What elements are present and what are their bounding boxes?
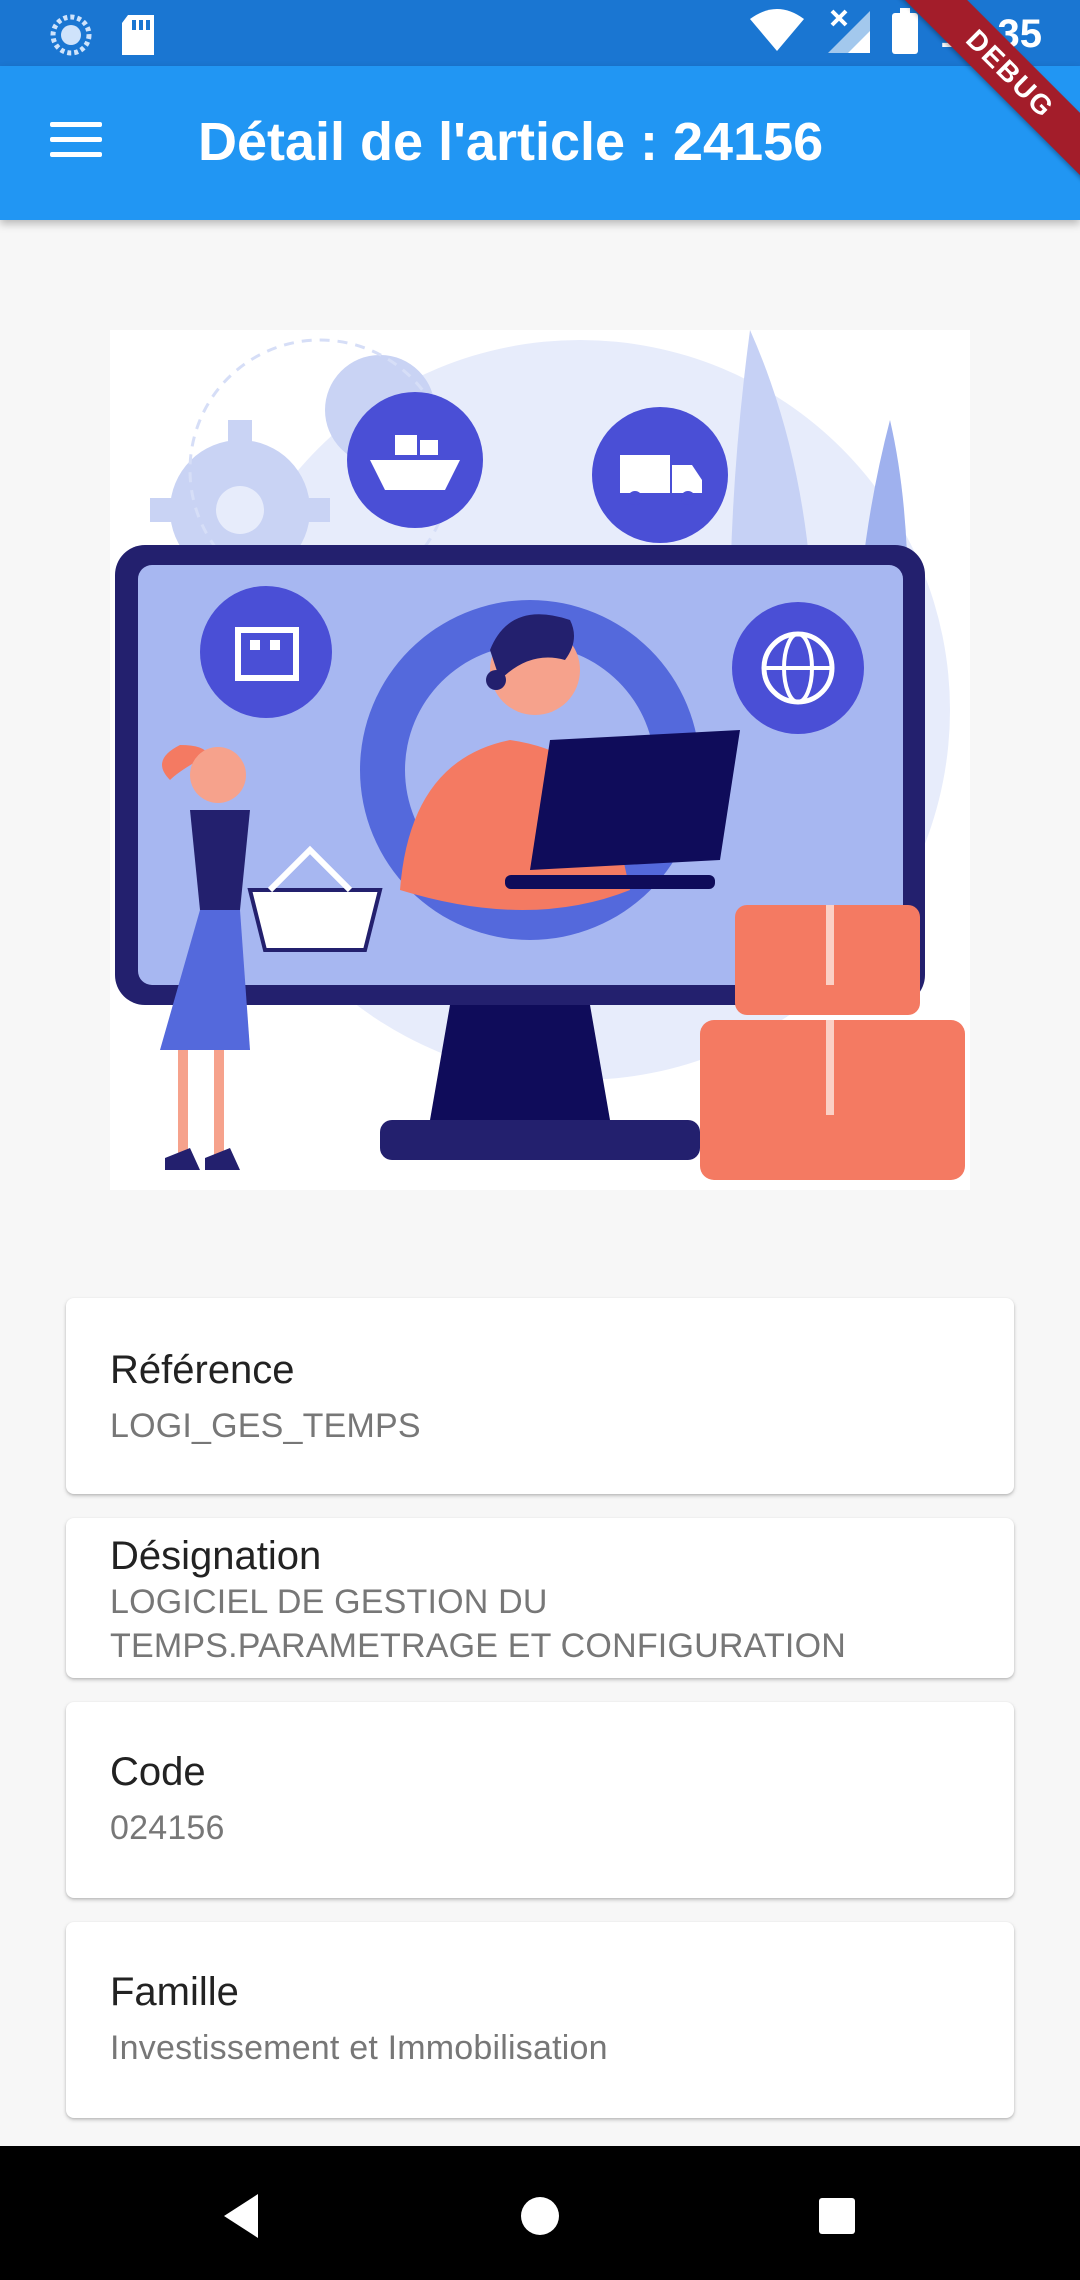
detail-card-designation: Désignation LOGICIEL DE GESTION DU TEMPS… xyxy=(66,1518,1014,1678)
home-icon[interactable] xyxy=(500,2176,580,2256)
sd-card-icon xyxy=(120,15,156,60)
recents-icon[interactable] xyxy=(797,2176,877,2256)
card-label: Référence xyxy=(110,1348,295,1392)
card-value: Investissement et Immobilisation xyxy=(110,2029,608,2067)
back-icon[interactable] xyxy=(202,2176,282,2256)
card-value: LOGI_GES_TEMPS xyxy=(110,1407,421,1445)
data-saver-icon xyxy=(50,14,92,61)
card-label: Désignation xyxy=(110,1534,322,1578)
detail-card-famille: Famille Investissement et Immobilisation xyxy=(66,1922,1014,2118)
logistics-illustration xyxy=(110,330,970,1190)
cell-signal-icon xyxy=(826,9,870,58)
battery-icon xyxy=(891,8,918,59)
card-value: 024156 xyxy=(110,1809,225,1847)
detail-card-reference: Référence LOGI_GES_TEMPS xyxy=(66,1298,1014,1494)
wifi-icon xyxy=(749,9,804,58)
card-label: Famille xyxy=(110,1970,239,2014)
app-bar: Détail de l'article : 24156 xyxy=(0,66,1080,220)
card-value-line: LOGICIEL DE GESTION DU xyxy=(110,1583,548,1621)
navigation-bar xyxy=(0,2146,1080,2280)
card-label: Code xyxy=(110,1750,206,1794)
hamburger-menu-icon[interactable] xyxy=(50,122,102,162)
detail-card-code: Code 024156 xyxy=(66,1702,1014,1898)
card-value-line: TEMPS.PARAMETRAGE ET CONFIGURATION xyxy=(110,1627,846,1665)
page-title: Détail de l'article : 24156 xyxy=(198,112,824,172)
